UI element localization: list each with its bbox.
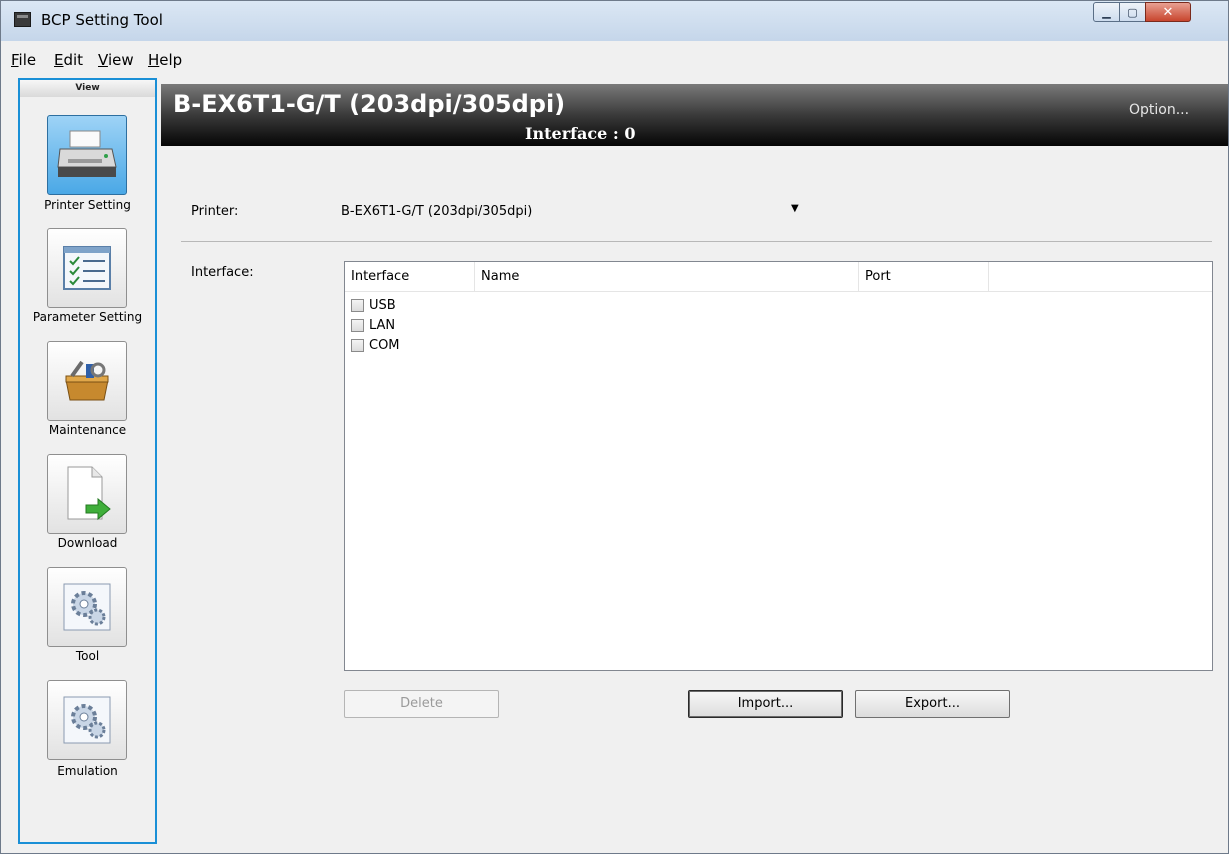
nav-maintenance-label: Maintenance — [48, 423, 127, 437]
minimize-icon: ▁ — [1102, 5, 1111, 19]
list-item[interactable]: COM — [351, 335, 400, 355]
option-button[interactable]: Option... — [1129, 102, 1189, 118]
printer-label: Printer: — [191, 204, 239, 219]
nav-printer-setting-button[interactable] — [47, 115, 127, 195]
nav-emulation-label: Emulation — [57, 764, 118, 778]
menu-file[interactable]: File — [11, 51, 36, 69]
column-header-port[interactable]: Port — [859, 262, 989, 292]
close-icon: ✕ — [1162, 4, 1174, 20]
list-item[interactable]: LAN — [351, 315, 395, 335]
gear-icon — [63, 696, 111, 744]
maximize-button[interactable]: ▢ — [1119, 2, 1146, 22]
com-checkbox[interactable] — [351, 338, 364, 352]
menu-view-mnemonic: V — [98, 51, 108, 69]
nav-printer-setting-label: Printer Setting — [44, 198, 131, 212]
maximize-icon: ▢ — [1127, 5, 1138, 19]
chevron-down-icon: ▼ — [791, 203, 799, 214]
menu-file-rest: ile — [18, 51, 37, 69]
view-navigation-panel: View Printer Setting Parameter Setting M… — [18, 78, 157, 844]
interface-label: Interface: — [191, 265, 254, 280]
export-button[interactable]: Export... — [855, 690, 1010, 718]
menu-edit-rest: dit — [63, 51, 84, 69]
list-item-label: USB — [369, 297, 396, 313]
nav-parameter-setting-label: Parameter Setting — [32, 310, 143, 324]
nav-tool-button[interactable] — [47, 567, 127, 647]
menu-help[interactable]: Help — [148, 51, 182, 69]
menu-help-rest: elp — [159, 51, 183, 69]
nav-download-label: Download — [57, 536, 118, 550]
column-header-interface[interactable]: Interface — [345, 262, 475, 292]
interface-list[interactable]: Interface Name Port USB LAN COM — [344, 261, 1213, 671]
menu-file-mnemonic: F — [11, 51, 19, 69]
toolbox-icon — [65, 360, 109, 401]
gear-icon — [63, 583, 111, 631]
printer-icon — [57, 130, 117, 177]
printer-select-value: B-EX6T1-G/T (203dpi/305dpi) — [341, 204, 533, 219]
divider — [181, 241, 1212, 242]
window-title: BCP Setting Tool — [41, 11, 163, 29]
nav-parameter-setting-button[interactable] — [47, 228, 127, 308]
checklist-icon — [63, 246, 111, 290]
menu-edit[interactable]: Edit — [54, 51, 83, 69]
app-window: BCP Setting Tool ▁ ▢ ✕ File Edit View He… — [0, 0, 1229, 854]
nav-header: View — [20, 80, 155, 97]
minimize-button[interactable]: ▁ — [1093, 2, 1120, 22]
usb-checkbox[interactable] — [351, 298, 364, 312]
close-button[interactable]: ✕ — [1145, 2, 1191, 22]
app-icon — [14, 12, 31, 27]
banner-interface: Interface : 0 — [525, 124, 636, 143]
list-item[interactable]: USB — [351, 295, 396, 315]
nav-download-button[interactable] — [47, 454, 127, 534]
banner-model: B-EX6T1-G/T (203dpi/305dpi) — [173, 90, 566, 118]
printer-select[interactable]: B-EX6T1-G/T (203dpi/305dpi) ▼ — [337, 199, 808, 225]
nav-emulation-button[interactable] — [47, 680, 127, 760]
list-item-label: LAN — [369, 317, 396, 333]
interface-list-header: Interface Name Port — [345, 262, 1212, 292]
nav-maintenance-button[interactable] — [47, 341, 127, 421]
lan-checkbox[interactable] — [351, 318, 364, 332]
menu-help-mnemonic: H — [148, 51, 160, 69]
list-item-label: COM — [369, 337, 400, 353]
menu-view-rest: iew — [107, 51, 134, 69]
download-document-icon — [67, 466, 111, 521]
menu-bar: File Edit View Help — [1, 46, 1228, 74]
nav-tool-label: Tool — [75, 649, 100, 663]
printer-banner: B-EX6T1-G/T (203dpi/305dpi) Interface : … — [161, 84, 1228, 146]
import-button[interactable]: Import... — [688, 690, 843, 718]
menu-view[interactable]: View — [98, 51, 134, 69]
delete-button[interactable]: Delete — [344, 690, 499, 718]
column-header-name[interactable]: Name — [475, 262, 859, 292]
title-bar: BCP Setting Tool ▁ ▢ ✕ — [1, 1, 1228, 41]
